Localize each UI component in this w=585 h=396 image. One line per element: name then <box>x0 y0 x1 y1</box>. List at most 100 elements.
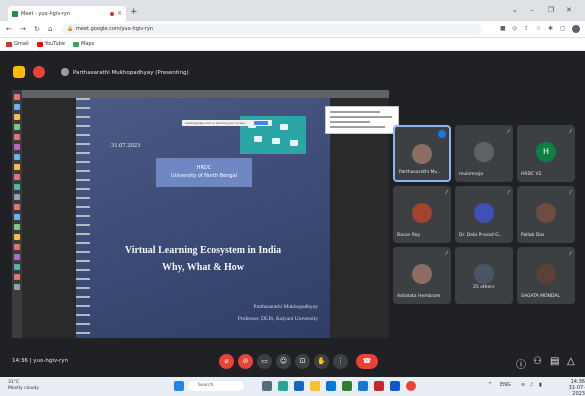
mic-off-icon: ⁄ <box>570 251 571 257</box>
slide-org-line2: University of North Bengal <box>170 173 238 179</box>
weather-widget[interactable]: 31°C Mostly cloudy <box>8 380 39 392</box>
recording-icon[interactable] <box>33 66 45 78</box>
captions-button[interactable]: ▭ <box>257 354 272 369</box>
share-icon[interactable]: ⇪ <box>524 25 529 32</box>
bookmark-maps[interactable]: Maps <box>72 41 94 47</box>
tab-close-icon[interactable]: × <box>117 10 122 17</box>
mic-off-button[interactable]: ⌀ <box>219 354 234 369</box>
browser-tab[interactable]: Meet - yuo-hgiv-ryn × <box>8 6 126 21</box>
speaking-indicator-icon <box>438 130 446 138</box>
volume-icon[interactable]: ♪ <box>530 382 533 388</box>
participant-tile[interactable]: ⁄ Pallab Das <box>517 186 575 243</box>
mail-icon[interactable] <box>358 381 368 391</box>
avatar <box>412 144 432 164</box>
popup-line <box>330 111 380 113</box>
activities-icon[interactable] <box>13 66 25 78</box>
participant-tile[interactable]: Parthasarathi Mu.. <box>393 125 451 182</box>
shared-window-toolbar <box>22 90 389 98</box>
participant-name: Pallab Das <box>521 233 545 238</box>
end-call-button[interactable]: ☎ <box>356 354 378 369</box>
close-window-button[interactable]: ✕ <box>566 6 572 14</box>
camera-indicator-icon[interactable]: ■ <box>500 25 506 32</box>
bookmark-gmail[interactable]: Gmail <box>6 41 29 47</box>
url-bar[interactable]: 🔒 meet.google.com/yuo-hgiv-ryn <box>62 24 482 35</box>
participant-name: HRDC V2 <box>521 172 542 177</box>
slide-icon <box>280 124 288 130</box>
teams-icon[interactable] <box>294 381 304 391</box>
word-icon[interactable] <box>390 381 400 391</box>
participant-tile[interactable]: ⁄ H HRDC V2 <box>517 125 575 182</box>
app-icon[interactable] <box>374 381 384 391</box>
mic-off-icon: ⁄ <box>446 190 447 196</box>
shared-popup-window <box>325 106 399 134</box>
reload-icon[interactable]: ↻ <box>34 25 40 33</box>
mic-off-icon: ⁄ <box>570 190 571 196</box>
participant-name: Ashalata Hembram <box>397 294 441 299</box>
stop-sharing-button[interactable] <box>254 121 268 125</box>
taskview-icon[interactable] <box>262 381 272 391</box>
profile-avatar[interactable] <box>572 25 580 33</box>
taskbar-search[interactable]: Search <box>188 381 244 391</box>
meet-window: Parthasarathi Mukhopadhyay (Presenting) <box>0 51 585 377</box>
popup-line <box>330 121 370 123</box>
shared-app-icon <box>14 124 20 130</box>
forward-icon[interactable]: → <box>20 25 26 33</box>
slide-title-line1: Virtual Learning Ecosystem in India <box>124 245 282 256</box>
mic-off-icon: ⁄ <box>508 190 509 196</box>
bookmark-label: YouTube <box>44 41 65 47</box>
explorer-icon[interactable] <box>310 381 320 391</box>
battery-icon[interactable]: ▮ <box>539 382 542 388</box>
people-icon[interactable]: ⚇ <box>533 356 542 367</box>
bookmark-star-icon[interactable]: ☆ <box>536 25 541 32</box>
extensions-icon[interactable]: ✱ <box>548 25 553 32</box>
meeting-code: 14:36 | yuo-hgiv-ryn <box>12 358 68 364</box>
participant-tile[interactable]: ⁄ Ashalata Hembram <box>393 247 451 304</box>
meeting-info-icon[interactable]: ⓘ <box>516 356 526 371</box>
widgets-icon[interactable] <box>278 381 288 391</box>
home-icon[interactable]: ⌂ <box>48 25 52 33</box>
sidepanel-icon[interactable]: ▢ <box>560 25 566 32</box>
wifi-icon[interactable]: ≋ <box>521 382 525 388</box>
activities-icon[interactable]: △ <box>567 356 575 367</box>
participant-tile[interactable]: 25 others <box>455 247 513 304</box>
slide-icon <box>272 138 280 144</box>
avatar <box>412 203 432 223</box>
popup-line <box>330 116 392 118</box>
shared-app-icon <box>14 164 20 170</box>
store-icon[interactable] <box>342 381 352 391</box>
maximize-button[interactable]: ❐ <box>548 6 554 14</box>
participant-tile[interactable]: ⁄ SAGATA MONDAL <box>517 247 575 304</box>
back-icon[interactable]: ← <box>6 25 12 33</box>
camera-off-button[interactable]: ⊘ <box>238 354 253 369</box>
google-lens-icon[interactable]: ◎ <box>512 25 517 32</box>
shared-app-icon <box>14 144 20 150</box>
os-taskbar: 31°C Mostly cloudy Search ^ ENG ≋ ♪ ▮ 14… <box>0 377 585 396</box>
avatar <box>536 264 556 284</box>
chat-icon[interactable]: ▤ <box>550 356 559 367</box>
bookmark-youtube[interactable]: YouTube <box>36 41 65 47</box>
present-button[interactable]: ⊡ <box>295 354 310 369</box>
tray-expand-icon[interactable]: ^ <box>488 382 492 388</box>
participant-tile[interactable]: ⁄ Dr. Debi Prasad G.. <box>455 186 513 243</box>
shared-app-icon <box>14 184 20 190</box>
youtube-icon <box>36 41 43 47</box>
lang-indicator[interactable]: ENG <box>500 382 511 388</box>
raise-hand-button[interactable]: ✋ <box>314 354 329 369</box>
shared-app-icon <box>14 194 20 200</box>
edge-icon[interactable] <box>326 381 336 391</box>
gmail-icon <box>6 41 12 47</box>
minimize-button[interactable]: – <box>530 6 534 14</box>
more-options-button[interactable]: ⋮ <box>333 354 348 369</box>
tab-search-icon[interactable]: ⌄ <box>512 6 518 14</box>
presentation-slide: meet.google.com is sharing your screen. … <box>76 98 330 338</box>
new-tab-button[interactable]: + <box>130 7 138 17</box>
clock[interactable]: 14:36 31-07-2023 <box>556 379 585 396</box>
start-icon[interactable] <box>174 381 184 391</box>
participant-tile[interactable]: ⁄ mukimroja <box>455 125 513 182</box>
shared-app-icon <box>14 94 20 100</box>
avatar <box>474 142 494 162</box>
shared-app-icon <box>14 154 20 160</box>
chrome-icon[interactable] <box>406 381 416 391</box>
emoji-button[interactable]: ☺ <box>276 354 291 369</box>
participant-tile[interactable]: ⁄ Barun Roy <box>393 186 451 243</box>
